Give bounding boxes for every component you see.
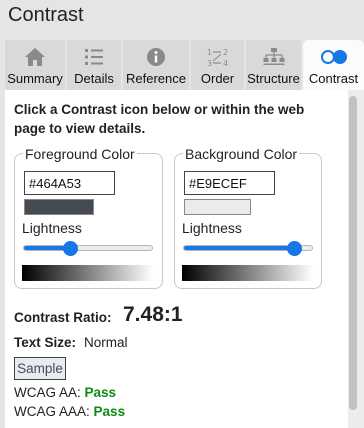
svg-text:4: 4 bbox=[223, 59, 228, 68]
foreground-lightness-slider[interactable] bbox=[23, 241, 153, 256]
foreground-color-group: Foreground Color Lightness bbox=[14, 146, 163, 289]
text-size-label: Text Size: bbox=[14, 335, 77, 350]
svg-text:3: 3 bbox=[207, 59, 212, 68]
wcag-aaa-label: WCAG AAA: bbox=[14, 404, 90, 419]
tab-reference[interactable]: Reference bbox=[123, 40, 189, 90]
background-hex-input[interactable] bbox=[184, 171, 275, 195]
tab-summary[interactable]: Summary bbox=[5, 40, 65, 90]
tab-structure[interactable]: Structure bbox=[246, 40, 301, 90]
wcag-aaa-result: Pass bbox=[93, 404, 126, 419]
lightness-gradient bbox=[182, 265, 313, 281]
tab-label: Structure bbox=[247, 71, 300, 86]
slider-fill bbox=[184, 246, 295, 250]
list-icon bbox=[67, 46, 121, 68]
background-legend: Background Color bbox=[183, 146, 300, 162]
tab-contrast[interactable]: Contrast bbox=[303, 40, 364, 91]
tab-label: Summary bbox=[7, 71, 63, 86]
foreground-hex-input[interactable] bbox=[24, 171, 115, 195]
foreground-legend: Foreground Color bbox=[23, 146, 137, 162]
structure-icon bbox=[246, 46, 301, 68]
tab-label: Reference bbox=[126, 71, 186, 86]
intro-text: Click a Contrast icon below or within th… bbox=[14, 102, 305, 136]
tab-order[interactable]: 1 2 3 4 Order bbox=[191, 40, 244, 90]
lightness-gradient bbox=[22, 265, 153, 281]
order-icon: 1 2 3 4 bbox=[191, 46, 244, 68]
tab-label: Order bbox=[200, 71, 235, 86]
svg-text:2: 2 bbox=[223, 48, 228, 57]
tab-label: Contrast bbox=[308, 71, 359, 86]
info-icon bbox=[123, 46, 189, 68]
slider-thumb[interactable] bbox=[62, 241, 78, 256]
background-lightness-slider[interactable] bbox=[183, 241, 313, 256]
sample-text-box: Sample bbox=[14, 357, 66, 380]
svg-text:1: 1 bbox=[207, 48, 212, 57]
text-size-value: Normal bbox=[84, 335, 128, 350]
window-title: Contrast bbox=[8, 4, 84, 26]
wcag-aa-result: Pass bbox=[84, 385, 117, 400]
contrast-icon bbox=[303, 46, 364, 68]
contrast-ratio-label: Contrast Ratio: bbox=[14, 310, 112, 325]
contrast-ratio-value: 7.48:1 bbox=[123, 303, 183, 326]
background-color-group: Background Color Lightness bbox=[174, 146, 322, 289]
tab-details[interactable]: Details bbox=[67, 40, 121, 90]
foreground-swatch bbox=[24, 199, 94, 215]
home-icon bbox=[5, 46, 65, 68]
foreground-lightness-label: Lightness bbox=[22, 220, 82, 236]
tab-label: Details bbox=[74, 71, 114, 86]
wcag-aa-row: WCAG AA: Pass bbox=[14, 385, 116, 400]
slider-thumb[interactable] bbox=[286, 241, 302, 256]
tab-bar: Summary Details Reference 1 2 3 4 Order … bbox=[5, 40, 364, 91]
wcag-aaa-row: WCAG AAA: Pass bbox=[14, 404, 125, 419]
background-lightness-label: Lightness bbox=[182, 220, 242, 236]
background-swatch bbox=[184, 199, 251, 215]
wcag-aa-label: WCAG AA: bbox=[14, 385, 81, 400]
scrollbar-thumb[interactable] bbox=[349, 96, 357, 410]
